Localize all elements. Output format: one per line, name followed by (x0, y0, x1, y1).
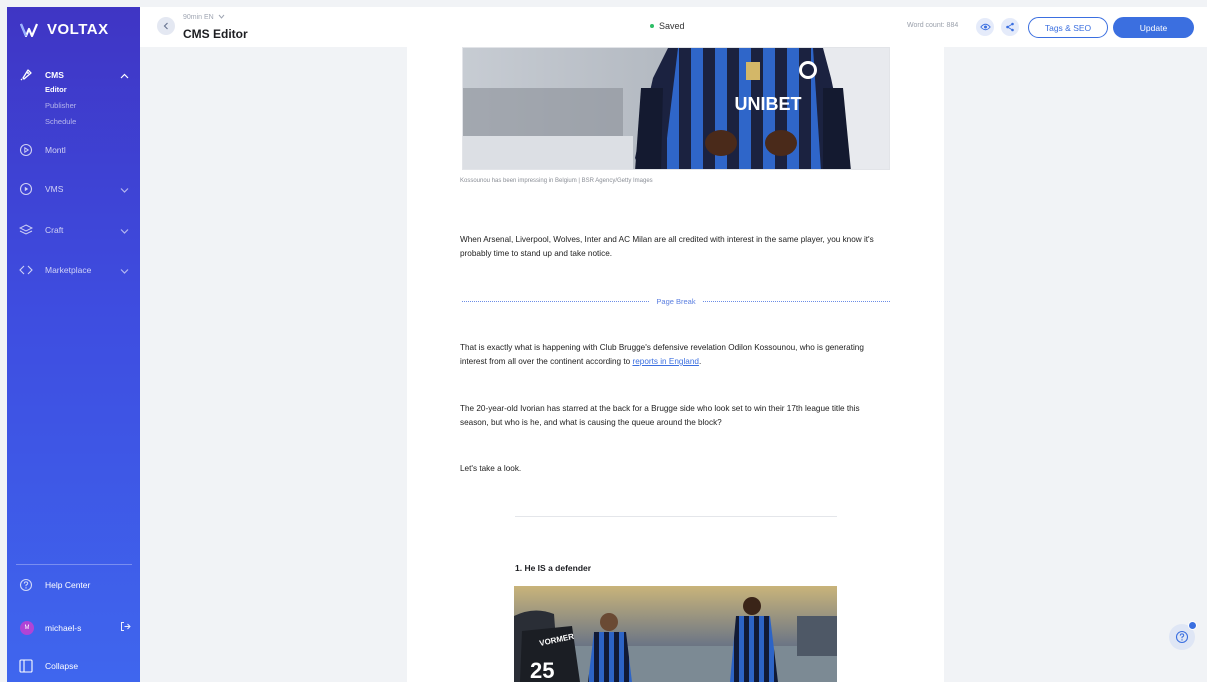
share-icon (1006, 22, 1014, 32)
site-selector[interactable]: 90min EN (183, 14, 225, 21)
sidebar-item-vms[interactable]: VMS (7, 176, 140, 202)
chevron-left-icon (163, 22, 168, 30)
sidebar-subitem-publisher[interactable]: Publisher (45, 101, 76, 110)
notification-badge (1188, 621, 1197, 630)
sidebar-subitem-schedule[interactable]: Schedule (45, 117, 76, 126)
sidebar-item-label: Marketplace (45, 265, 92, 275)
sidebar: VOLTAX CMS Editor Publisher Schedule Mon… (7, 7, 140, 682)
saved-status: Saved (650, 21, 685, 31)
sidebar-item-label: Help Center (45, 580, 91, 590)
user-name: michael-s (45, 623, 82, 633)
chevron-down-icon (120, 221, 129, 239)
sidebar-item-cms[interactable]: CMS (7, 62, 140, 88)
sidebar-item-label: CMS (45, 70, 64, 80)
video-icon (18, 181, 34, 197)
sidebar-subitem-editor[interactable]: Editor (45, 85, 67, 94)
share-button[interactable] (1001, 18, 1019, 36)
sidebar-item-label: Montl (45, 145, 66, 155)
help-icon (1175, 630, 1189, 644)
back-button[interactable] (157, 17, 175, 35)
chevron-down-icon (218, 14, 225, 19)
paragraph-1[interactable]: When Arsenal, Liverpool, Wolves, Inter a… (460, 233, 890, 261)
site-selector-value: 90min EN (183, 14, 214, 21)
page-break-line (702, 300, 891, 302)
eye-icon (979, 23, 991, 31)
help-icon (18, 577, 34, 593)
sidebar-divider (16, 564, 132, 565)
word-count: Word count: 884 (907, 22, 959, 29)
reports-link[interactable]: reports in England (632, 357, 698, 366)
player-number-text: 25 (530, 658, 554, 682)
voltax-logo[interactable]: VOLTAX (20, 21, 109, 38)
layers-icon (18, 222, 34, 238)
sidebar-item-montl[interactable]: Montl (7, 137, 140, 163)
preview-button[interactable] (976, 18, 994, 36)
sidebar-item-marketplace[interactable]: Marketplace (7, 257, 140, 283)
sidebar-item-craft[interactable]: Craft (7, 217, 140, 243)
page-break-line (462, 300, 650, 302)
cms-icon (18, 67, 34, 83)
logo-text: VOLTAX (47, 21, 109, 38)
top-bar: 90min EN CMS Editor Saved Word count: 88… (140, 7, 1207, 47)
voltax-logo-icon (20, 23, 38, 37)
match-photo-image: VORMER 25 (514, 586, 837, 682)
sidebar-user-row: michael-s (7, 615, 140, 641)
sidebar-item-help-center[interactable]: Help Center (7, 572, 140, 598)
code-icon (18, 262, 34, 278)
section-heading[interactable]: 1. He IS a defender (515, 563, 591, 573)
tags-seo-button[interactable]: Tags & SEO (1028, 17, 1108, 38)
play-circle-icon (18, 142, 34, 158)
sidebar-item-label: Collapse (45, 661, 79, 671)
logout-icon[interactable] (120, 619, 131, 637)
update-button[interactable]: Update (1113, 17, 1194, 38)
page-break[interactable]: Page Break (462, 295, 891, 307)
image-caption: Kossounou has been impressing in Belgium… (460, 178, 653, 184)
article-hero-image[interactable]: UNIBET (462, 47, 890, 170)
page-break-label: Page Break (656, 296, 696, 306)
chevron-up-icon (120, 66, 129, 84)
paragraph-3[interactable]: The 20-year-old Ivorian has starred at t… (460, 402, 890, 430)
help-chat-button[interactable] (1169, 621, 1197, 650)
sidebar-collapse-button[interactable]: Collapse (7, 653, 140, 679)
shirt-sponsor-text: UNIBET (735, 94, 802, 114)
paragraph-2[interactable]: That is exactly what is happening with C… (460, 341, 890, 369)
sidebar-item-label: Craft (45, 225, 64, 235)
player-shirt-image: UNIBET (463, 48, 889, 169)
editor-canvas[interactable]: UNIBET Kossounou has been impressing in … (407, 47, 944, 682)
paragraph-2-end: . (698, 357, 702, 366)
article-image-2[interactable]: VORMER 25 (514, 586, 837, 682)
sidebar-item-label: VMS (45, 184, 64, 194)
status-dot (650, 24, 654, 28)
saved-status-label: Saved (659, 21, 685, 31)
collapse-icon (18, 658, 34, 674)
page-title: CMS Editor (183, 27, 248, 41)
paragraph-4[interactable]: Let's take a look. (460, 462, 890, 476)
block-separator (515, 516, 837, 517)
chevron-down-icon (120, 180, 129, 198)
chevron-down-icon (120, 261, 129, 279)
